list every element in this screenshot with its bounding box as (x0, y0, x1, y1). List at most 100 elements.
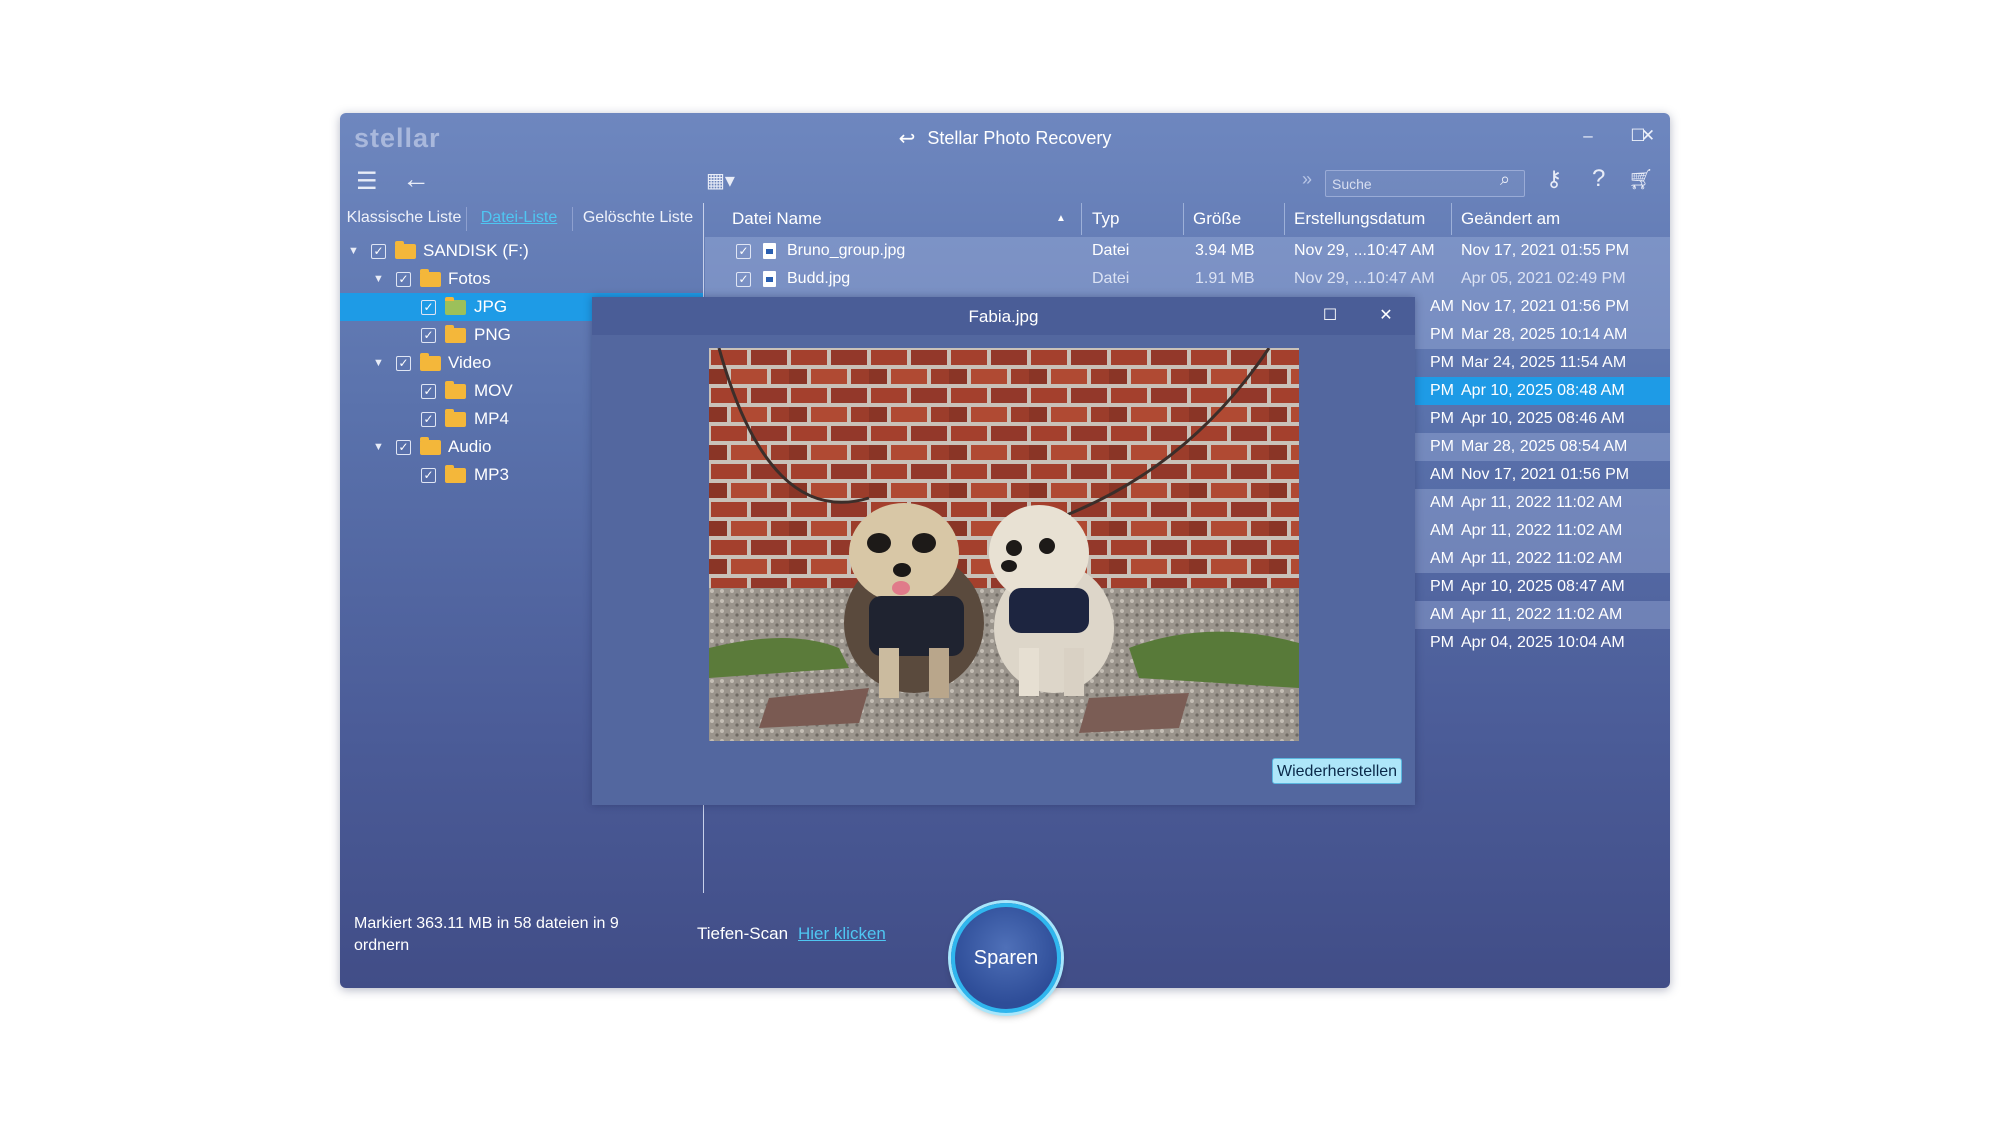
view-grid-icon[interactable]: ▦▾ (706, 168, 735, 193)
checkbox[interactable]: ✓ (421, 468, 436, 483)
cart-icon[interactable]: 🛒︎ (1628, 167, 1653, 192)
file-modified: Mar 28, 2025 08:54 AM (1461, 438, 1628, 455)
file-created: PM (1430, 382, 1454, 399)
preview-image (709, 348, 1299, 741)
checkbox[interactable]: ✓ (371, 244, 386, 259)
column-divider[interactable] (1451, 203, 1452, 235)
tab-klassische-liste[interactable]: Klassische Liste (344, 203, 464, 233)
dogs-photo (709, 348, 1299, 741)
window-title-text: Stellar Photo Recovery (927, 128, 1112, 148)
preview-close-button[interactable]: ✕ (1373, 304, 1399, 328)
file-modified: Apr 04, 2025 10:04 AM (1461, 634, 1625, 651)
undo-icon[interactable]: ↩ (899, 126, 916, 151)
tree-label: PNG (474, 325, 511, 344)
checkbox[interactable]: ✓ (421, 328, 436, 343)
file-modified: Apr 10, 2025 08:47 AM (1461, 578, 1625, 595)
file-created: AM (1430, 522, 1454, 539)
tree-label: Video (448, 353, 492, 372)
checkbox[interactable]: ✓ (736, 244, 751, 259)
tab-geloschte-liste[interactable]: Gelöschte Liste (574, 203, 702, 233)
table-row[interactable]: ✓ Budd.jpg Datei 1.91 MB Nov 29, ...10:4… (705, 265, 1670, 293)
title-bar: stellar ↩ Stellar Photo Recovery – ☐ ✕ (340, 113, 1670, 159)
preview-dialog: Fabia.jpg ☐ ✕ Wiederherstellen (592, 297, 1415, 805)
image-file-icon (763, 243, 776, 259)
tree-label: MP4 (474, 409, 509, 428)
file-modified: Apr 05, 2021 02:49 PM (1461, 270, 1626, 287)
tree-label: SANDISK (F:) (423, 241, 529, 260)
back-arrow-icon[interactable]: ← (402, 163, 430, 195)
preview-maximize-button[interactable]: ☐ (1317, 304, 1343, 328)
deep-scan-link[interactable]: Hier klicken (798, 924, 886, 944)
restore-button[interactable]: Wiederherstellen (1272, 758, 1403, 784)
file-modified: Apr 11, 2022 11:02 AM (1461, 606, 1623, 623)
file-created: PM (1430, 438, 1454, 455)
file-created: Nov 29, ...10:47 AM (1294, 270, 1435, 287)
file-created: AM (1430, 550, 1454, 567)
file-modified: Nov 17, 2021 01:55 PM (1461, 242, 1630, 259)
folder-icon (420, 437, 441, 455)
file-size: 3.94 MB (1195, 242, 1255, 259)
preview-title: Fabia.jpg (968, 307, 1039, 326)
column-header-created[interactable]: Erstellungsdatum (1294, 203, 1425, 235)
file-modified: Apr 11, 2022 11:02 AM (1461, 522, 1623, 539)
column-header-name[interactable]: Datei Name ▲ (711, 203, 1066, 235)
key-icon[interactable]: ⚷ (1546, 166, 1562, 192)
file-created: PM (1430, 354, 1454, 371)
tree-label: JPG (474, 297, 508, 316)
column-header-modified[interactable]: Geändert am (1461, 203, 1560, 235)
image-file-icon (763, 271, 776, 287)
checkbox[interactable]: ✓ (736, 272, 751, 287)
file-type: Datei (1092, 242, 1130, 259)
file-modified: Apr 10, 2025 08:46 AM (1461, 410, 1625, 427)
file-modified: Apr 11, 2022 11:02 AM (1461, 550, 1623, 567)
checkbox[interactable]: ✓ (421, 412, 436, 427)
column-header-size[interactable]: Größe (1193, 203, 1241, 235)
minimize-button[interactable]: – (1573, 123, 1603, 149)
folder-icon (420, 353, 441, 371)
menu-icon[interactable]: ☰ (356, 167, 378, 196)
expand-arrow-icon[interactable]: ▼ (348, 237, 359, 265)
column-divider[interactable] (1081, 203, 1082, 235)
column-divider[interactable] (1284, 203, 1285, 235)
double-chevron-icon[interactable]: » (1302, 169, 1312, 190)
file-modified: Mar 24, 2025 11:54 AM (1461, 354, 1627, 371)
folder-icon (445, 381, 466, 399)
tree-node-fotos[interactable]: ▼ ✓ Fotos (340, 265, 703, 293)
tree-label: Audio (448, 437, 492, 456)
expand-arrow-icon[interactable]: ▼ (373, 433, 384, 461)
sort-ascending-icon: ▲ (1056, 213, 1066, 224)
file-created: AM (1430, 606, 1454, 623)
file-created: AM (1430, 466, 1454, 483)
folder-icon (445, 409, 466, 427)
file-name: Bruno_group.jpg (787, 242, 906, 259)
file-created: PM (1430, 410, 1454, 427)
file-name: Budd.jpg (787, 270, 851, 287)
checkbox[interactable]: ✓ (396, 440, 411, 455)
tree-node-sandisk[interactable]: ▼ ✓ SANDISK (F:) (340, 237, 703, 265)
checkbox[interactable]: ✓ (396, 272, 411, 287)
file-modified: Nov 17, 2021 01:56 PM (1461, 466, 1630, 483)
tab-datei-liste[interactable]: Datei-Liste (468, 203, 570, 233)
column-divider[interactable] (1183, 203, 1184, 235)
tree-label: MOV (474, 381, 513, 400)
tree-label: MP3 (474, 465, 509, 484)
save-button[interactable]: Sparen (951, 903, 1061, 1013)
help-icon[interactable]: ? (1592, 165, 1605, 193)
expand-arrow-icon[interactable]: ▼ (373, 349, 384, 377)
table-row[interactable]: ✓ Bruno_group.jpg Datei 3.94 MB Nov 29, … (705, 237, 1670, 265)
tab-divider (466, 207, 467, 231)
column-label: Datei Name (732, 209, 822, 228)
file-created: Nov 29, ...10:47 AM (1294, 242, 1435, 259)
expand-arrow-icon[interactable]: ▼ (373, 265, 384, 293)
checkbox[interactable]: ✓ (421, 384, 436, 399)
file-modified: Mar 28, 2025 10:14 AM (1461, 326, 1628, 343)
file-modified: Apr 11, 2022 11:02 AM (1461, 494, 1623, 511)
file-created: AM (1430, 298, 1454, 315)
close-button[interactable]: ✕ (1633, 123, 1663, 149)
file-modified: Apr 10, 2025 08:48 AM (1461, 382, 1625, 399)
search-input[interactable] (1325, 170, 1525, 197)
folder-icon (395, 241, 416, 259)
checkbox[interactable]: ✓ (421, 300, 436, 315)
checkbox[interactable]: ✓ (396, 356, 411, 371)
column-header-type[interactable]: Typ (1092, 203, 1119, 235)
